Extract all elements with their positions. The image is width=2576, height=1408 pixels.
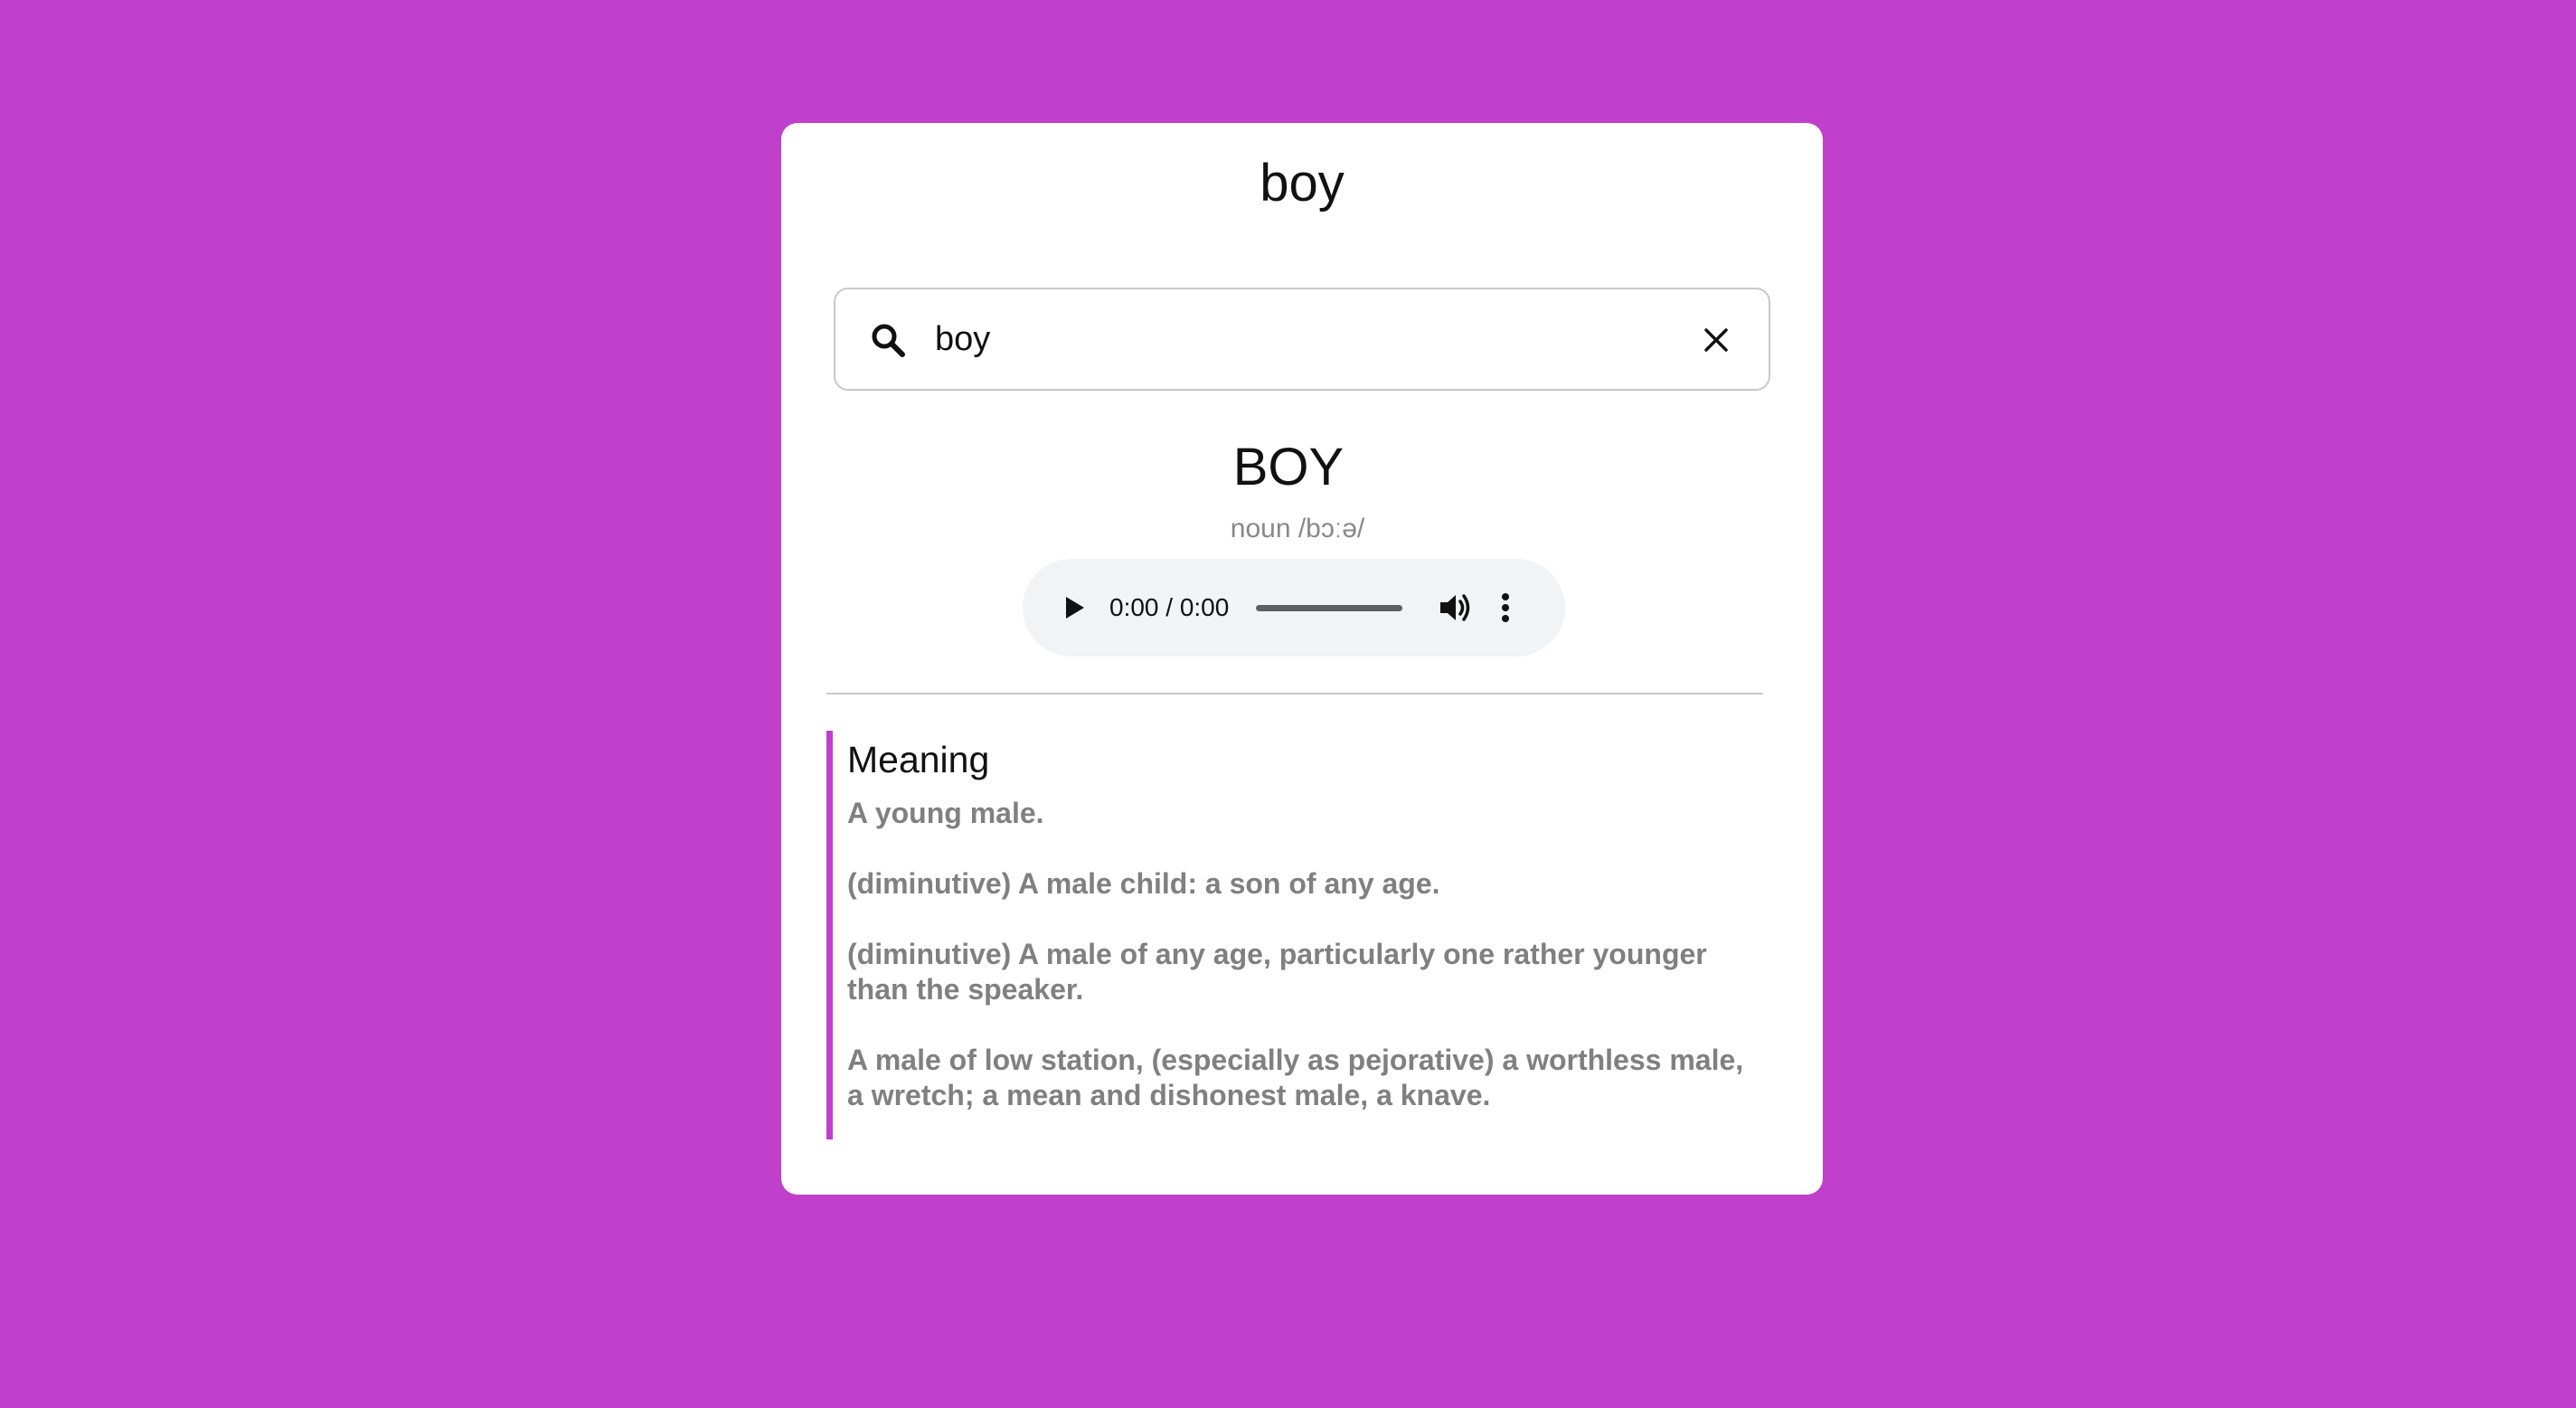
play-icon[interactable] bbox=[1059, 593, 1088, 622]
more-vertical-icon[interactable] bbox=[1500, 591, 1511, 624]
audio-time: 0:00 / 0:00 bbox=[1109, 593, 1230, 621]
search-input[interactable] bbox=[935, 307, 1676, 371]
definition-item: (diminutive) A male of any age, particul… bbox=[847, 938, 1707, 1006]
word-heading: BOY bbox=[1232, 438, 1345, 496]
app-title: boy bbox=[1260, 154, 1345, 213]
search-icon[interactable] bbox=[870, 322, 906, 358]
definition-list: A young male. (diminutive) A male child:… bbox=[847, 796, 1751, 1148]
meaning-title: Meaning bbox=[847, 739, 990, 780]
volume-icon[interactable] bbox=[1439, 591, 1473, 624]
meaning-section: Meaning A young male. (diminutive) A mal… bbox=[826, 731, 1760, 1139]
search-box[interactable] bbox=[834, 288, 1770, 391]
phonetic-text: noun /bɔːə/ bbox=[1230, 514, 1365, 543]
divider bbox=[826, 693, 1763, 695]
audio-player[interactable]: 0:00 / 0:00 bbox=[1023, 559, 1565, 657]
close-icon[interactable] bbox=[1702, 326, 1731, 354]
definition-item: A male of low station, (especially as pe… bbox=[847, 1044, 1744, 1111]
dictionary-card: boy BOY noun /bɔːə/ 0:00 / 0:00 bbox=[781, 123, 1823, 1195]
definition-item: A young male. bbox=[847, 797, 1044, 829]
audio-progress-slider[interactable] bbox=[1256, 605, 1402, 611]
definition-item: (diminutive) A male child: a son of any … bbox=[847, 867, 1440, 900]
